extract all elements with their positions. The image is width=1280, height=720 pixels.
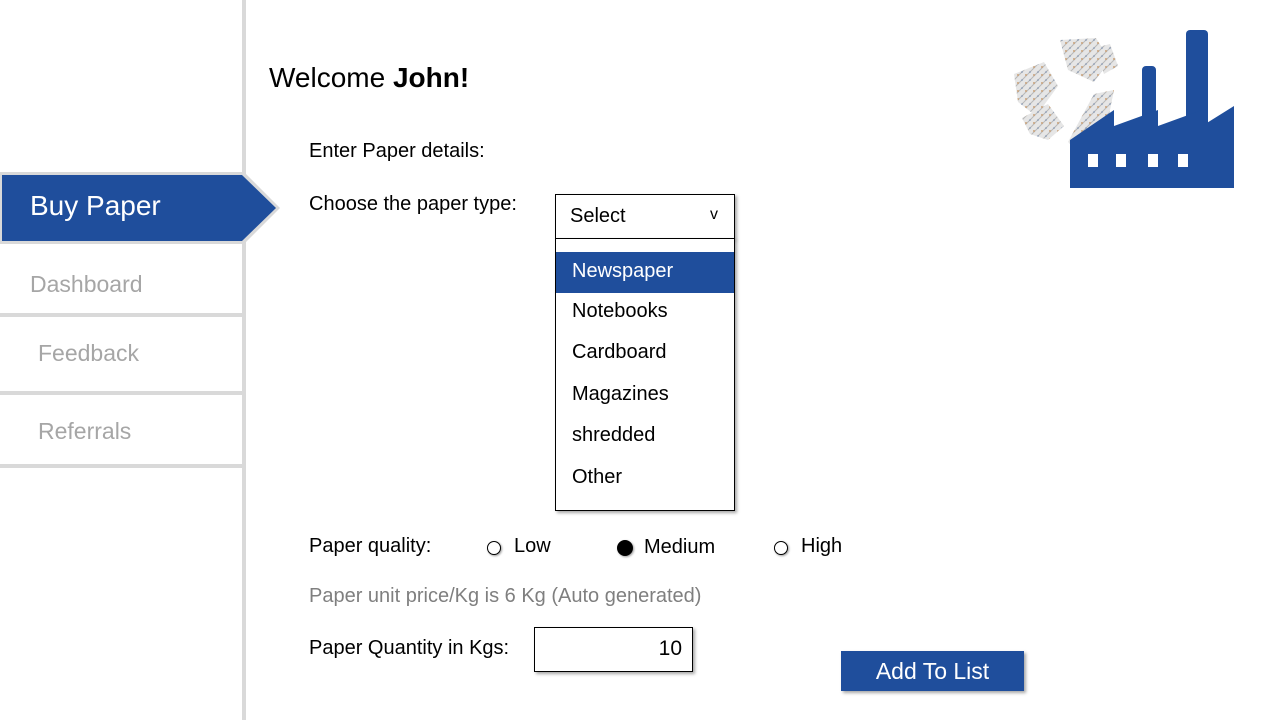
quality-option-label-low: Low: [514, 535, 551, 557]
quantity-label: Paper Quantity in Kgs:: [309, 637, 510, 659]
option-label: Notebooks: [572, 300, 668, 322]
unit-price-text: Paper unit price/Kg is 6 Kg (Auto genera…: [309, 585, 702, 607]
section-label: Enter Paper details:: [309, 140, 485, 162]
sidebar-separator: [0, 313, 242, 317]
quality-radio-low[interactable]: [487, 541, 501, 555]
paper-type-label: Choose the paper type:: [309, 193, 517, 215]
quantity-input[interactable]: 10: [534, 627, 693, 672]
sidebar-item-label: Buy Paper: [30, 190, 161, 221]
option-label: Newspaper: [572, 260, 674, 282]
add-to-list-button[interactable]: Add To List: [841, 651, 1024, 691]
dropdown-option-notebooks[interactable]: Notebooks: [556, 292, 734, 333]
quality-radio-high[interactable]: [774, 541, 788, 555]
option-label: Other: [572, 466, 623, 488]
option-label: shredded: [572, 424, 656, 446]
welcome-prefix: Welcome: [269, 62, 393, 93]
chevron-down-icon: v: [710, 206, 718, 223]
dropdown-option-newspaper[interactable]: Newspaper: [556, 252, 734, 293]
quality-radio-medium[interactable]: [617, 540, 633, 556]
sidebar-item-referrals[interactable]: Referrals: [38, 418, 280, 445]
sidebar-item-buy-paper[interactable]: Buy Paper: [0, 172, 280, 244]
dropdown-option-cardboard[interactable]: Cardboard: [556, 333, 734, 374]
dropdown-option-magazines[interactable]: Magazines: [556, 375, 734, 416]
quality-option-label-medium: Medium: [644, 536, 716, 558]
recycling-factory-icon: [1008, 30, 1236, 188]
sidebar-separator: [0, 391, 242, 395]
paper-type-select[interactable]: Select v: [555, 194, 735, 239]
option-label: Magazines: [572, 383, 669, 405]
paper-type-dropdown: Newspaper Notebooks Cardboard Magazines …: [555, 238, 735, 511]
sidebar-item-dashboard[interactable]: Dashboard: [30, 271, 272, 298]
select-value: Select: [570, 205, 626, 227]
dropdown-option-other[interactable]: Other: [556, 458, 734, 499]
quantity-value: 10: [658, 637, 682, 660]
sidebar-separator: [0, 464, 242, 468]
option-label: Cardboard: [572, 341, 667, 363]
dropdown-option-shredded[interactable]: shredded: [556, 416, 734, 457]
sidebar-item-feedback[interactable]: Feedback: [38, 340, 280, 367]
page-title: Welcome John!: [269, 62, 469, 94]
quality-label: Paper quality:: [309, 535, 432, 557]
user-name: John!: [392, 62, 470, 93]
quality-option-label-high: High: [801, 535, 843, 557]
